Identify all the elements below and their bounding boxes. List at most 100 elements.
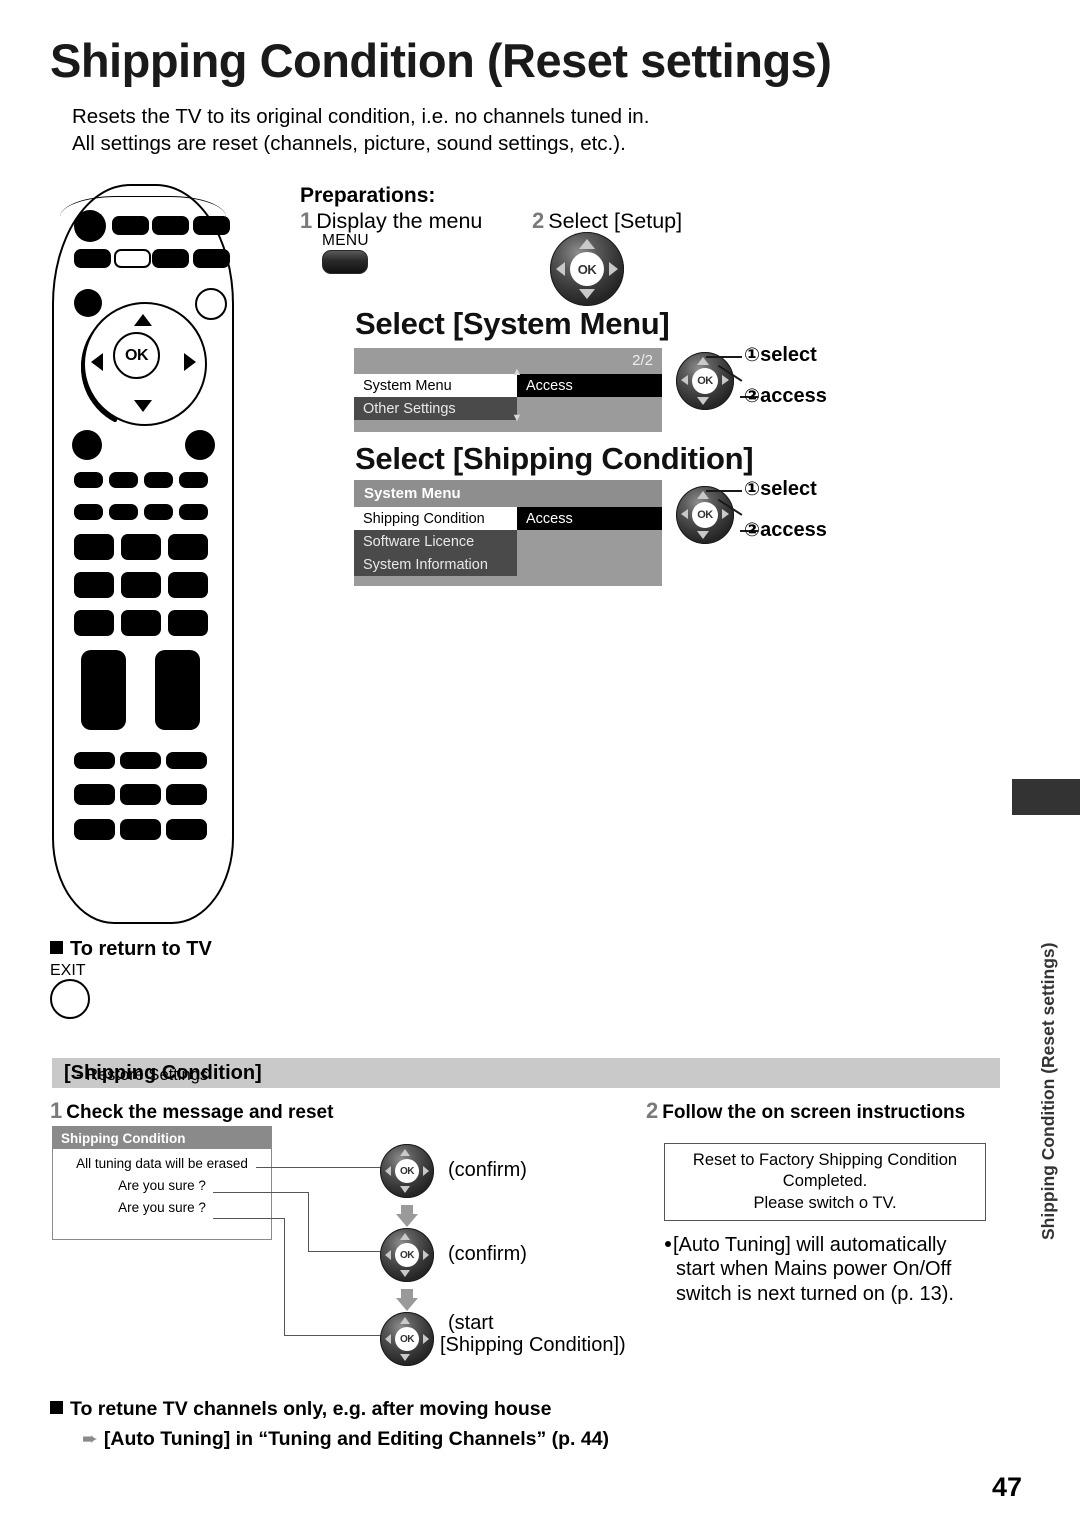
callout-line xyxy=(213,1192,309,1194)
osd-row-label: Software Licence xyxy=(354,530,517,553)
action-caption-1: (confirm) xyxy=(448,1159,527,1181)
osd-row[interactable]: Software Licence xyxy=(354,530,662,553)
remote-key xyxy=(168,572,208,598)
restore-bar-text: [Shipping Condition] - Restore Settings xyxy=(64,1062,262,1085)
callout-line xyxy=(706,490,742,492)
remote-arrow-right-icon xyxy=(184,353,196,371)
remote-key xyxy=(144,504,173,520)
remote-key xyxy=(74,534,114,560)
page-number: 47 xyxy=(991,1472,1022,1502)
osd-row[interactable]: Shipping Condition Access xyxy=(354,507,662,530)
remote-key xyxy=(109,472,138,488)
osd-row-label: Shipping Condition xyxy=(354,507,517,530)
dial-down-icon xyxy=(697,397,709,405)
remote-key xyxy=(168,534,208,560)
section-heading-system-menu: Select [System Menu] xyxy=(355,306,670,341)
osd-row[interactable]: Other Settings xyxy=(354,397,662,420)
remote-key xyxy=(152,249,189,268)
remote-key xyxy=(74,784,115,805)
exit-button-icon xyxy=(50,979,90,1019)
dpad-dial-system-menu: OK xyxy=(676,352,734,410)
preparations-heading: Preparations: xyxy=(300,184,436,207)
dial-up-icon xyxy=(400,1149,410,1156)
hint-label: access xyxy=(760,385,827,407)
dial-down-icon xyxy=(400,1186,410,1193)
dial-ok-button: OK xyxy=(395,1327,419,1351)
dial-up-icon xyxy=(697,357,709,365)
dial-right-icon xyxy=(423,1250,429,1260)
osd-row-value xyxy=(517,397,662,420)
dial-up-icon xyxy=(400,1317,410,1324)
step-number: 2 xyxy=(532,208,545,233)
dial-right-icon xyxy=(423,1166,429,1176)
restore-settings-bar: [Shipping Condition] - Restore Settings xyxy=(52,1058,1000,1088)
remote-key xyxy=(74,819,115,840)
dial-ok-button: OK xyxy=(395,1159,419,1183)
shipping-condition-dialog: Shipping Condition All tuning data will … xyxy=(52,1126,272,1240)
hint-access-shipping-condition: ②access xyxy=(744,519,827,542)
manual-page: Shipping Condition (Reset settings) Rese… xyxy=(0,0,1080,1532)
hint-label: select xyxy=(760,478,817,500)
preparations-step-2: 2 Select [Setup] xyxy=(532,208,682,234)
page-subtitle: Resets the TV to its original condition,… xyxy=(72,103,932,157)
hint-select-shipping-condition: ①select xyxy=(744,478,817,501)
dialog-line-2: Are you sure ? xyxy=(118,1178,206,1193)
callout-line xyxy=(284,1335,386,1337)
osd-row[interactable]: System Information xyxy=(354,553,662,576)
step-label: Check the message and reset xyxy=(66,1102,334,1123)
remote-key xyxy=(193,249,230,268)
callout-line xyxy=(284,1218,286,1336)
remote-key xyxy=(112,216,149,235)
hint-number: ② xyxy=(744,520,761,541)
dial-up-icon xyxy=(400,1233,410,1240)
dial-right-icon xyxy=(722,509,729,519)
callout-line xyxy=(213,1218,285,1220)
message-line-1: Reset to Factory Shipping Condition xyxy=(692,1150,958,1169)
menu-button-label: MENU xyxy=(322,232,369,249)
step-text: Display the menu xyxy=(316,209,483,233)
remote-menu-key xyxy=(114,249,151,268)
restore-bar-normal: - Restore Settings xyxy=(76,1066,209,1084)
dial-left-icon xyxy=(556,262,565,276)
osd-bottom-filler xyxy=(354,576,662,586)
flow-arrow-down-icon xyxy=(396,1214,418,1227)
remote-key xyxy=(74,572,114,598)
remote-key xyxy=(144,472,173,488)
remote-key xyxy=(168,610,208,636)
dpad-dial-confirm-2: OK xyxy=(380,1228,434,1282)
dial-ok-button: OK xyxy=(570,252,604,286)
osd-row-value: Access xyxy=(517,507,662,530)
remote-arrow-down-icon xyxy=(134,400,152,412)
footer-line-1: To retune TV channels only, e.g. after m… xyxy=(50,1398,551,1421)
osd-row[interactable]: System Menu Access xyxy=(354,374,662,397)
remote-arrow-left-icon xyxy=(91,353,103,371)
page-title: Shipping Condition (Reset settings) xyxy=(50,34,832,87)
side-tab-marker xyxy=(1012,779,1080,815)
hint-select-system-menu: ①select xyxy=(744,344,817,367)
dpad-dial-confirm-1: OK xyxy=(380,1144,434,1198)
remote-tall-key xyxy=(81,650,126,730)
dial-right-icon xyxy=(609,262,618,276)
osd-row-value: Access xyxy=(517,374,662,397)
step-label: Follow the on screen instructions xyxy=(662,1102,966,1123)
subtitle-line-2: All settings are reset (channels, pictur… xyxy=(72,132,626,156)
message-line-2: Completed. xyxy=(782,1172,868,1191)
callout-line xyxy=(308,1251,386,1253)
hint-label: access xyxy=(760,519,827,541)
hint-number: ① xyxy=(744,479,761,500)
callout-line xyxy=(308,1192,310,1252)
dial-right-icon xyxy=(722,375,729,385)
remote-key xyxy=(74,472,103,488)
footer-text-1: To retune TV channels only, e.g. after m… xyxy=(70,1398,552,1420)
dialog-line-3: Are you sure ? xyxy=(118,1200,206,1215)
auto-tuning-note-text: [Auto Tuning] will automatically start w… xyxy=(673,1234,954,1305)
message-line-3: Please switch o TV. xyxy=(753,1193,897,1212)
dialog-line-1: All tuning data will be erased xyxy=(76,1156,248,1171)
remote-round-key xyxy=(185,430,215,460)
remote-key xyxy=(166,819,207,840)
step-number: 1 xyxy=(300,208,313,233)
osd-row-label: System Information xyxy=(354,553,517,576)
remote-key xyxy=(166,784,207,805)
remote-key xyxy=(179,504,208,520)
remote-key xyxy=(152,216,189,235)
